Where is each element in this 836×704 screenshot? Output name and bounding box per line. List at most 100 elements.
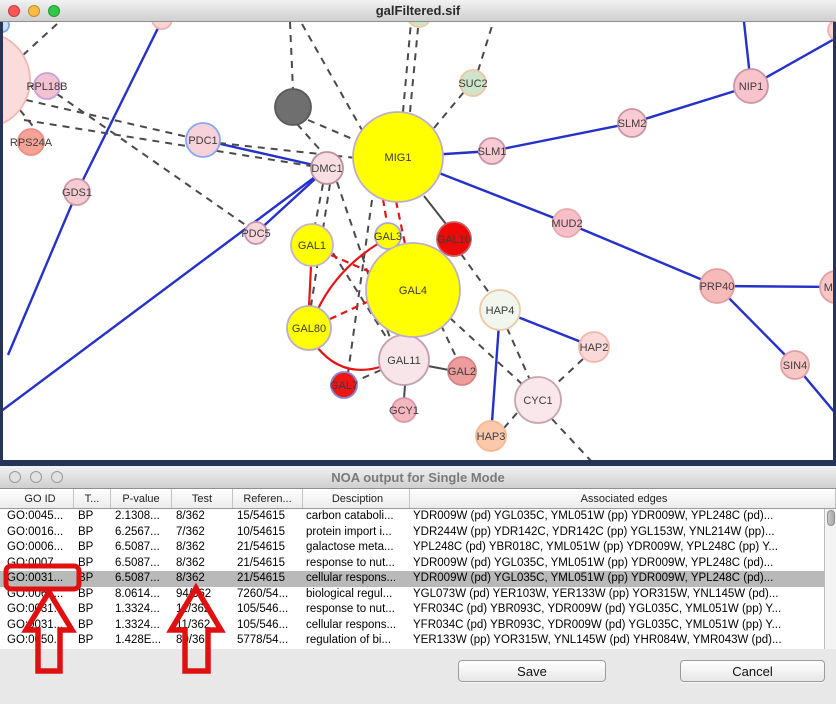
cell: regulation of bi... <box>303 633 410 649</box>
graph-window: galFiltered.sif RPL18BRPS24AGDS1PDC1PDC5… <box>0 0 836 466</box>
cell: cellular respons... <box>303 571 410 587</box>
table-row[interactable]: GO:0031...BP1.3324...11/362105/546...res… <box>0 602 824 618</box>
node-GAL80[interactable] <box>287 306 331 350</box>
cell: response to nut... <box>303 602 410 618</box>
network-edge <box>297 124 322 152</box>
node-PRP40[interactable] <box>700 269 734 303</box>
table-row[interactable]: GO:0065...BP8.0614...94/3627260/54...bio… <box>0 587 824 603</box>
cell: YFR034C (pd) YBR093C, YDR009W (pd) YGL03… <box>410 602 824 618</box>
column-header-go-id[interactable]: GO ID <box>0 489 74 508</box>
table-row[interactable]: GO:0016...BP6.2567...7/36210/54615protei… <box>0 525 824 541</box>
table-row[interactable]: GO:0050...BP1.428E...80/3625778/54...reg… <box>0 633 824 649</box>
column-header-test[interactable]: Test <box>172 489 233 508</box>
table-row[interactable]: GO:0031...BP1.3324...11/362105/546...cel… <box>0 618 824 634</box>
node-MIG1[interactable] <box>353 112 443 202</box>
vertical-scrollbar[interactable] <box>824 509 836 649</box>
node-SLM1[interactable] <box>479 138 505 164</box>
node-top-left-partial[interactable] <box>3 22 9 32</box>
column-header-associated-edges[interactable]: Associated edges <box>410 489 836 508</box>
network-edge <box>302 24 362 130</box>
network-edge <box>315 184 323 225</box>
node-GAL10[interactable] <box>437 222 471 256</box>
node-GDS1[interactable] <box>64 179 90 205</box>
node-MUD2[interactable] <box>553 209 581 237</box>
network-edge <box>410 28 418 112</box>
cell: GO:0016... <box>0 525 74 541</box>
node-big-left[interactable] <box>3 32 30 128</box>
node-GAL2[interactable] <box>448 357 476 385</box>
node-top-pink-partial[interactable] <box>152 22 172 29</box>
node-CYC1[interactable] <box>515 377 561 423</box>
save-button[interactable]: Save <box>458 660 606 682</box>
node-GAL11[interactable] <box>379 335 429 385</box>
cell: 1.3324... <box>111 618 172 634</box>
cell: YDR009W (pd) YGL035C, YML051W (pp) YDR00… <box>410 509 824 525</box>
node-SLM2[interactable] <box>618 109 646 137</box>
node-GAL4[interactable] <box>366 243 460 337</box>
close-button[interactable] <box>8 5 20 17</box>
cell: 94/362 <box>172 587 233 603</box>
node-gray-node[interactable] <box>275 89 311 125</box>
cell: BP <box>74 525 111 541</box>
network-edge <box>504 413 517 428</box>
cell: GO:0006... <box>0 540 74 556</box>
node-HAP2[interactable] <box>579 332 609 362</box>
node-GAL7[interactable] <box>331 372 357 398</box>
network-edge <box>290 22 293 90</box>
cell: 7260/54... <box>233 587 303 603</box>
cell: BP <box>74 556 111 572</box>
node-SIN4[interactable] <box>781 351 809 379</box>
zoom-button-inactive[interactable] <box>51 471 63 483</box>
table-row[interactable]: GO:0006...BP6.5087...8/36221/54615galact… <box>0 540 824 556</box>
node-DMC1[interactable] <box>311 152 343 184</box>
node-GCY1[interactable] <box>392 398 416 422</box>
column-header-reference[interactable]: Referen... <box>233 489 303 508</box>
node-HAP4[interactable] <box>480 290 520 330</box>
column-header-p-value[interactable]: P-value <box>111 489 172 508</box>
network-edge <box>428 366 449 370</box>
node-top-right-partial[interactable] <box>828 22 833 40</box>
cell: 80/362 <box>172 633 233 649</box>
column-header-type[interactable]: T... <box>74 489 111 508</box>
minimize-button-inactive[interactable] <box>30 471 42 483</box>
network-edge <box>317 347 380 370</box>
cell: GO:0031... <box>0 602 74 618</box>
network-edge <box>441 325 457 359</box>
graph-window-titlebar[interactable]: galFiltered.sif <box>0 0 836 22</box>
table-row[interactable]: GO:0007...BP6.5087...8/36221/54615respon… <box>0 556 824 572</box>
cell: YDR009W (pd) YGL035C, YML051W (pp) YDR00… <box>410 571 824 587</box>
cell: galactose meta... <box>303 540 410 556</box>
network-edge <box>77 22 162 192</box>
node-PDC5[interactable] <box>245 222 267 244</box>
table-header: GO ID T... P-value Test Referen... Desci… <box>0 489 836 509</box>
node-MSN[interactable] <box>820 271 833 303</box>
results-table: GO:0045...BP2.1308...8/36215/54615carbon… <box>0 509 824 649</box>
cell: BP <box>74 633 111 649</box>
column-header-description[interactable]: Desciption <box>303 489 410 508</box>
node-PDC1[interactable] <box>186 123 220 157</box>
cell: 11/362 <box>172 618 233 634</box>
network-edge <box>383 199 387 223</box>
node-NIP1[interactable] <box>734 69 768 103</box>
node-RPL18B[interactable] <box>34 73 60 99</box>
node-RPS24A[interactable] <box>18 129 44 155</box>
table-row[interactable]: GO:0045...BP2.1308...8/36215/54615carbon… <box>0 509 824 525</box>
scrollbar-thumb[interactable] <box>827 510 835 526</box>
node-GAL1[interactable] <box>291 224 333 266</box>
cell: BP <box>74 602 111 618</box>
close-button-inactive[interactable] <box>9 471 21 483</box>
cell: carbon cataboli... <box>303 509 410 525</box>
node-HAP3[interactable] <box>476 421 506 451</box>
cell: 6.5087... <box>111 571 172 587</box>
noa-window-titlebar[interactable]: NOA output for Single Mode <box>0 466 836 489</box>
node-top-green-partial[interactable] <box>407 22 431 27</box>
cell: 5778/54... <box>233 633 303 649</box>
cell: 21/54615 <box>233 540 303 556</box>
network-canvas[interactable]: RPL18BRPS24AGDS1PDC1PDC5DMC1MIG1SUC2SLM1… <box>3 22 833 460</box>
node-SUC2[interactable] <box>460 70 486 96</box>
minimize-button[interactable] <box>28 5 40 17</box>
cancel-button[interactable]: Cancel <box>680 660 825 682</box>
table-row-selected[interactable]: GO:0031...BP6.5087...8/36221/54615cellul… <box>0 571 824 587</box>
zoom-button[interactable] <box>48 5 60 17</box>
cell: 15/54615 <box>233 509 303 525</box>
